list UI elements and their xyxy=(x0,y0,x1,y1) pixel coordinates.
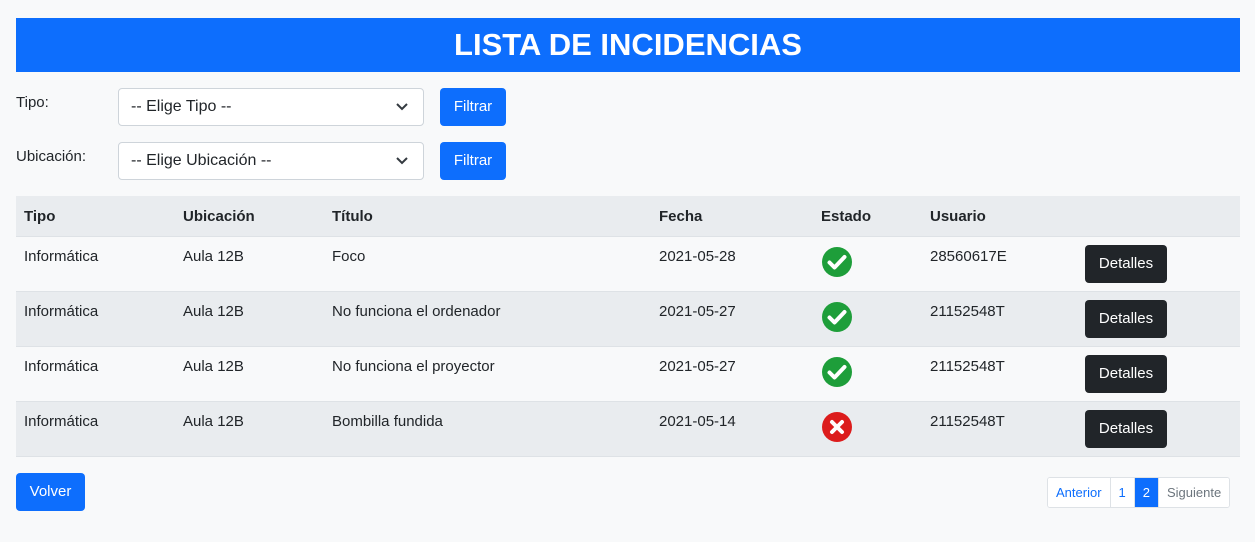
table-row: Informática Aula 12B No funciona el orde… xyxy=(16,292,1240,347)
table-row: Informática Aula 12B Bombilla fundida 20… xyxy=(16,402,1240,457)
cell-fecha: 2021-05-14 xyxy=(659,413,736,430)
check-icon xyxy=(822,357,852,387)
pagination-page-1[interactable]: 1 xyxy=(1110,478,1135,507)
header-tipo: Tipo xyxy=(24,208,56,225)
header-ubicacion: Ubicación xyxy=(183,208,255,225)
page-title: LISTA DE INCIDENCIAS xyxy=(16,18,1240,72)
check-icon xyxy=(822,247,852,277)
cell-ubicacion: Aula 12B xyxy=(183,358,244,375)
cell-tipo: Informática xyxy=(24,303,99,320)
header-estado: Estado xyxy=(821,208,872,225)
ubicacion-filter-button[interactable]: Filtrar xyxy=(440,142,506,180)
cell-ubicacion: Aula 12B xyxy=(183,413,244,430)
status-cell xyxy=(821,356,853,388)
tipo-filter-button[interactable]: Filtrar xyxy=(440,88,506,126)
cell-usuario: 21152548T xyxy=(930,358,1005,375)
cell-usuario: 28560617E xyxy=(930,248,1007,265)
cell-fecha: 2021-05-27 xyxy=(659,358,736,375)
tipo-label: Tipo: xyxy=(16,94,49,111)
table-row: Informática Aula 12B No funciona el proy… xyxy=(16,347,1240,402)
back-button[interactable]: Volver xyxy=(16,473,85,511)
cell-titulo: No funciona el ordenador xyxy=(332,303,501,320)
details-button[interactable]: Detalles xyxy=(1085,245,1167,283)
cell-tipo: Informática xyxy=(24,413,99,430)
check-icon xyxy=(822,302,852,332)
details-button[interactable]: Detalles xyxy=(1085,300,1167,338)
cell-tipo: Informática xyxy=(24,358,99,375)
pagination-prev[interactable]: Anterior xyxy=(1048,478,1111,507)
cell-usuario: 21152548T xyxy=(930,303,1005,320)
cell-ubicacion: Aula 12B xyxy=(183,303,244,320)
tipo-select[interactable]: -- Elige Tipo -- xyxy=(118,88,424,126)
ubicacion-filter-row: Ubicación: -- Elige Ubicación -- Filtrar xyxy=(16,142,516,180)
tipo-select-value: -- Elige Tipo -- xyxy=(131,98,232,115)
status-cell xyxy=(821,301,853,333)
status-cell xyxy=(821,246,853,278)
table-row: Informática Aula 12B Foco 2021-05-28 285… xyxy=(16,237,1240,292)
ubicacion-select[interactable]: -- Elige Ubicación -- xyxy=(118,142,424,180)
header-titulo: Título xyxy=(332,208,373,225)
ubicacion-select-value: -- Elige Ubicación -- xyxy=(131,152,272,169)
incidencias-table: Tipo Ubicación Título Fecha Estado Usuar… xyxy=(16,196,1240,457)
cell-titulo: No funciona el proyector xyxy=(332,358,495,375)
header-fecha: Fecha xyxy=(659,208,703,225)
cell-fecha: 2021-05-27 xyxy=(659,303,736,320)
details-button[interactable]: Detalles xyxy=(1085,410,1167,448)
cell-tipo: Informática xyxy=(24,248,99,265)
cell-ubicacion: Aula 12B xyxy=(183,248,244,265)
status-cell xyxy=(821,411,853,443)
header-usuario: Usuario xyxy=(930,208,986,225)
cross-icon xyxy=(822,412,852,442)
cell-usuario: 21152548T xyxy=(930,413,1005,430)
tipo-filter-row: Tipo: -- Elige Tipo -- Filtrar xyxy=(16,88,516,126)
page: LISTA DE INCIDENCIAS Tipo: -- Elige Tipo… xyxy=(0,0,1255,542)
pagination-next[interactable]: Siguiente xyxy=(1159,478,1230,507)
cell-titulo: Foco xyxy=(332,248,366,265)
chevron-down-icon xyxy=(396,157,408,165)
pagination: Anterior 1 2 Siguiente xyxy=(1047,477,1231,508)
cell-fecha: 2021-05-28 xyxy=(659,248,736,265)
table-header: Tipo Ubicación Título Fecha Estado Usuar… xyxy=(16,196,1240,237)
pagination-page-2[interactable]: 2 xyxy=(1134,478,1159,507)
ubicacion-label: Ubicación: xyxy=(16,148,87,165)
chevron-down-icon xyxy=(396,103,408,111)
details-button[interactable]: Detalles xyxy=(1085,355,1167,393)
cell-titulo: Bombilla fundida xyxy=(332,413,443,430)
